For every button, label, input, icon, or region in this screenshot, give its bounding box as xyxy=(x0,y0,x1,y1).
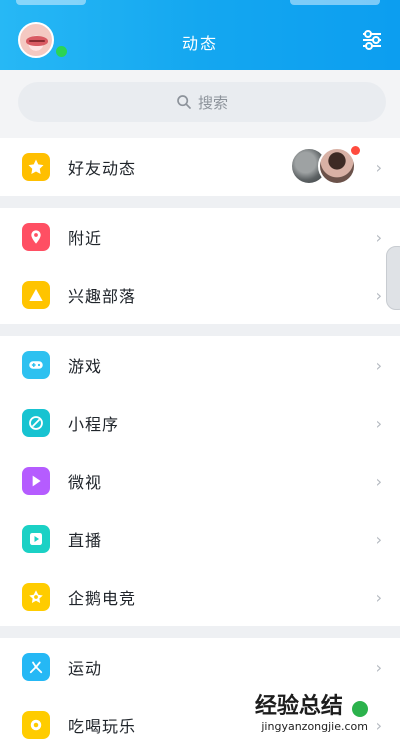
location-icon xyxy=(22,223,50,251)
menu-item-mini-programs[interactable]: 小程序 › xyxy=(0,394,400,452)
chevron-right-icon: › xyxy=(375,657,382,677)
menu-label: 微视 xyxy=(68,473,103,492)
search-bar[interactable]: 搜索 xyxy=(18,82,386,122)
menu-label: 吃喝玩乐 xyxy=(68,717,137,736)
chevron-right-icon: › xyxy=(375,587,382,607)
status-bar xyxy=(0,0,400,8)
chevron-right-icon: › xyxy=(375,715,382,735)
friend-avatar-2 xyxy=(318,147,356,185)
chevron-right-icon: › xyxy=(375,157,382,177)
mini-program-icon xyxy=(22,409,50,437)
gamepad-icon xyxy=(22,351,50,379)
menu-label: 小程序 xyxy=(68,415,120,434)
menu-label: 直播 xyxy=(68,531,103,550)
chevron-right-icon: › xyxy=(375,471,382,491)
chevron-right-icon: › xyxy=(375,413,382,433)
menu-label: 运动 xyxy=(68,659,103,678)
status-right xyxy=(290,0,380,5)
menu-item-weishi[interactable]: 微视 › xyxy=(0,452,400,510)
menu-item-games[interactable]: 游戏 › xyxy=(0,336,400,394)
menu-label: 游戏 xyxy=(68,357,103,376)
watermark-title: 经验总结 xyxy=(255,688,368,720)
watermark-url: jingyanzongjie.com xyxy=(261,720,368,733)
esports-icon xyxy=(22,583,50,611)
watermark-cn: 经验总结 xyxy=(254,694,343,719)
menu-label: 好友动态 xyxy=(68,159,137,178)
check-icon xyxy=(352,700,368,717)
menu-item-nearby[interactable]: 附近 › xyxy=(0,208,400,266)
menu-item-interest-tribe[interactable]: 兴趣部落 › xyxy=(0,266,400,324)
floating-edge-handle[interactable] xyxy=(386,246,400,310)
menu-item-live[interactable]: 直播 › xyxy=(0,510,400,568)
page-title: 动态 xyxy=(181,34,218,53)
divider xyxy=(0,196,400,208)
divider xyxy=(0,324,400,336)
chevron-right-icon: › xyxy=(375,285,382,305)
triangle-icon xyxy=(22,281,50,309)
friend-avatars[interactable] xyxy=(290,147,356,187)
divider xyxy=(0,626,400,638)
status-left xyxy=(16,0,86,5)
section-entertainment: 游戏 › 小程序 › 微视 › 直播 › 企鹅电竞 › xyxy=(0,336,400,626)
notification-dot xyxy=(351,146,360,155)
menu-label: 兴趣部落 xyxy=(68,287,137,306)
chevron-right-icon: › xyxy=(375,355,382,375)
search-icon xyxy=(177,95,191,109)
menu-item-esports[interactable]: 企鹅电竞 › xyxy=(0,568,400,626)
live-icon xyxy=(22,525,50,553)
search-placeholder: 搜索 xyxy=(197,93,228,112)
food-icon xyxy=(22,711,50,739)
top-header: 动态 xyxy=(0,0,400,70)
menu-label: 企鹅电竞 xyxy=(68,589,137,608)
section-nearby: 附近 › 兴趣部落 › xyxy=(0,208,400,324)
star-icon xyxy=(22,153,50,181)
menu-label: 附近 xyxy=(68,229,103,248)
chevron-right-icon: › xyxy=(375,227,382,247)
sport-icon xyxy=(22,653,50,681)
watermark: 经验总结 jingyanzongjie.com xyxy=(255,688,368,733)
play-icon xyxy=(22,467,50,495)
chevron-right-icon: › xyxy=(375,529,382,549)
settings-sliders-icon[interactable] xyxy=(360,28,384,52)
